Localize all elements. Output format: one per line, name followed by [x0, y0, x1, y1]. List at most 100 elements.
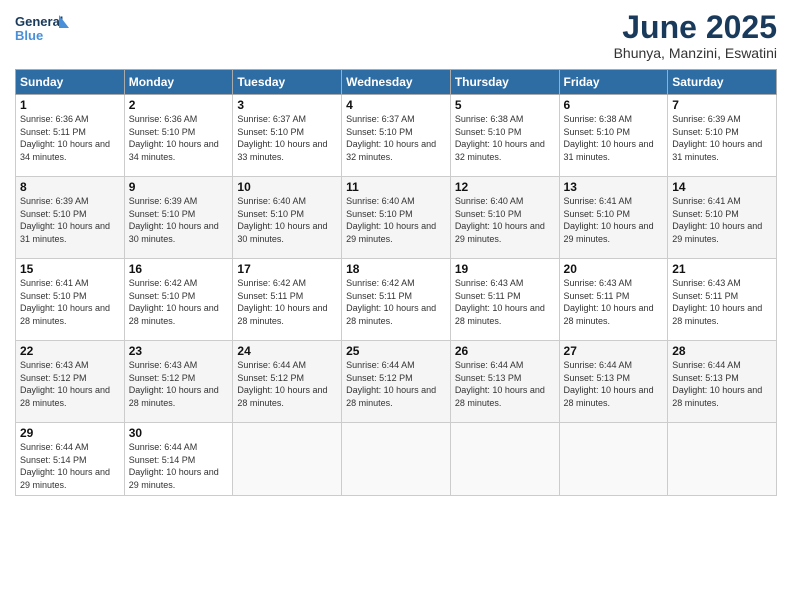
day-number: 23 [129, 344, 229, 358]
day-number: 11 [346, 180, 446, 194]
day-number: 21 [672, 262, 772, 276]
svg-text:Blue: Blue [15, 28, 43, 43]
table-row [559, 423, 668, 495]
day-info: Sunrise: 6:44 AMSunset: 5:13 PMDaylight:… [672, 359, 772, 409]
month-title: June 2025 [614, 10, 777, 45]
day-number: 2 [129, 98, 229, 112]
table-row: 25Sunrise: 6:44 AMSunset: 5:12 PMDayligh… [342, 341, 451, 423]
day-number: 26 [455, 344, 555, 358]
day-info: Sunrise: 6:41 AMSunset: 5:10 PMDaylight:… [672, 195, 772, 245]
day-info: Sunrise: 6:42 AMSunset: 5:11 PMDaylight:… [237, 277, 337, 327]
day-info: Sunrise: 6:43 AMSunset: 5:12 PMDaylight:… [129, 359, 229, 409]
day-info: Sunrise: 6:40 AMSunset: 5:10 PMDaylight:… [455, 195, 555, 245]
table-row: 19Sunrise: 6:43 AMSunset: 5:11 PMDayligh… [450, 259, 559, 341]
day-info: Sunrise: 6:44 AMSunset: 5:13 PMDaylight:… [455, 359, 555, 409]
table-row: 7Sunrise: 6:39 AMSunset: 5:10 PMDaylight… [668, 95, 777, 177]
col-thursday: Thursday [450, 70, 559, 95]
table-row [342, 423, 451, 495]
day-info: Sunrise: 6:37 AMSunset: 5:10 PMDaylight:… [346, 113, 446, 163]
table-row: 3Sunrise: 6:37 AMSunset: 5:10 PMDaylight… [233, 95, 342, 177]
day-number: 29 [20, 426, 120, 440]
day-info: Sunrise: 6:39 AMSunset: 5:10 PMDaylight:… [672, 113, 772, 163]
day-info: Sunrise: 6:41 AMSunset: 5:10 PMDaylight:… [564, 195, 664, 245]
table-row: 10Sunrise: 6:40 AMSunset: 5:10 PMDayligh… [233, 177, 342, 259]
table-row: 22Sunrise: 6:43 AMSunset: 5:12 PMDayligh… [16, 341, 125, 423]
logo-svg: General Blue [15, 10, 70, 52]
day-number: 8 [20, 180, 120, 194]
logo: General Blue [15, 10, 70, 52]
day-number: 19 [455, 262, 555, 276]
day-info: Sunrise: 6:44 AMSunset: 5:14 PMDaylight:… [129, 441, 229, 491]
day-info: Sunrise: 6:41 AMSunset: 5:10 PMDaylight:… [20, 277, 120, 327]
day-info: Sunrise: 6:36 AMSunset: 5:10 PMDaylight:… [129, 113, 229, 163]
location: Bhunya, Manzini, Eswatini [614, 45, 777, 61]
col-tuesday: Tuesday [233, 70, 342, 95]
col-monday: Monday [124, 70, 233, 95]
table-row: 18Sunrise: 6:42 AMSunset: 5:11 PMDayligh… [342, 259, 451, 341]
table-row: 21Sunrise: 6:43 AMSunset: 5:11 PMDayligh… [668, 259, 777, 341]
table-row: 23Sunrise: 6:43 AMSunset: 5:12 PMDayligh… [124, 341, 233, 423]
day-number: 4 [346, 98, 446, 112]
col-friday: Friday [559, 70, 668, 95]
day-info: Sunrise: 6:44 AMSunset: 5:14 PMDaylight:… [20, 441, 120, 491]
day-info: Sunrise: 6:40 AMSunset: 5:10 PMDaylight:… [346, 195, 446, 245]
day-number: 25 [346, 344, 446, 358]
day-number: 7 [672, 98, 772, 112]
day-info: Sunrise: 6:37 AMSunset: 5:10 PMDaylight:… [237, 113, 337, 163]
day-number: 3 [237, 98, 337, 112]
table-row: 4Sunrise: 6:37 AMSunset: 5:10 PMDaylight… [342, 95, 451, 177]
calendar-header-row: Sunday Monday Tuesday Wednesday Thursday… [16, 70, 777, 95]
day-info: Sunrise: 6:44 AMSunset: 5:12 PMDaylight:… [346, 359, 446, 409]
table-row: 20Sunrise: 6:43 AMSunset: 5:11 PMDayligh… [559, 259, 668, 341]
day-number: 12 [455, 180, 555, 194]
table-row: 1Sunrise: 6:36 AMSunset: 5:11 PMDaylight… [16, 95, 125, 177]
day-number: 10 [237, 180, 337, 194]
day-info: Sunrise: 6:43 AMSunset: 5:12 PMDaylight:… [20, 359, 120, 409]
day-number: 1 [20, 98, 120, 112]
day-number: 28 [672, 344, 772, 358]
svg-text:General: General [15, 14, 63, 29]
table-row: 13Sunrise: 6:41 AMSunset: 5:10 PMDayligh… [559, 177, 668, 259]
day-info: Sunrise: 6:42 AMSunset: 5:10 PMDaylight:… [129, 277, 229, 327]
day-number: 16 [129, 262, 229, 276]
day-number: 5 [455, 98, 555, 112]
day-info: Sunrise: 6:44 AMSunset: 5:12 PMDaylight:… [237, 359, 337, 409]
day-info: Sunrise: 6:43 AMSunset: 5:11 PMDaylight:… [564, 277, 664, 327]
day-number: 15 [20, 262, 120, 276]
page: General Blue June 2025 Bhunya, Manzini, … [0, 0, 792, 612]
table-row: 27Sunrise: 6:44 AMSunset: 5:13 PMDayligh… [559, 341, 668, 423]
day-number: 6 [564, 98, 664, 112]
day-info: Sunrise: 6:38 AMSunset: 5:10 PMDaylight:… [455, 113, 555, 163]
table-row: 30Sunrise: 6:44 AMSunset: 5:14 PMDayligh… [124, 423, 233, 495]
day-number: 17 [237, 262, 337, 276]
day-info: Sunrise: 6:42 AMSunset: 5:11 PMDaylight:… [346, 277, 446, 327]
day-info: Sunrise: 6:39 AMSunset: 5:10 PMDaylight:… [20, 195, 120, 245]
day-number: 9 [129, 180, 229, 194]
day-info: Sunrise: 6:40 AMSunset: 5:10 PMDaylight:… [237, 195, 337, 245]
table-row: 28Sunrise: 6:44 AMSunset: 5:13 PMDayligh… [668, 341, 777, 423]
calendar-table: Sunday Monday Tuesday Wednesday Thursday… [15, 69, 777, 495]
table-row: 2Sunrise: 6:36 AMSunset: 5:10 PMDaylight… [124, 95, 233, 177]
table-row: 15Sunrise: 6:41 AMSunset: 5:10 PMDayligh… [16, 259, 125, 341]
table-row: 12Sunrise: 6:40 AMSunset: 5:10 PMDayligh… [450, 177, 559, 259]
col-sunday: Sunday [16, 70, 125, 95]
day-info: Sunrise: 6:39 AMSunset: 5:10 PMDaylight:… [129, 195, 229, 245]
day-number: 18 [346, 262, 446, 276]
table-row: 26Sunrise: 6:44 AMSunset: 5:13 PMDayligh… [450, 341, 559, 423]
table-row: 11Sunrise: 6:40 AMSunset: 5:10 PMDayligh… [342, 177, 451, 259]
table-row [668, 423, 777, 495]
table-row: 16Sunrise: 6:42 AMSunset: 5:10 PMDayligh… [124, 259, 233, 341]
table-row: 8Sunrise: 6:39 AMSunset: 5:10 PMDaylight… [16, 177, 125, 259]
day-info: Sunrise: 6:44 AMSunset: 5:13 PMDaylight:… [564, 359, 664, 409]
day-info: Sunrise: 6:43 AMSunset: 5:11 PMDaylight:… [672, 277, 772, 327]
table-row: 14Sunrise: 6:41 AMSunset: 5:10 PMDayligh… [668, 177, 777, 259]
table-row: 6Sunrise: 6:38 AMSunset: 5:10 PMDaylight… [559, 95, 668, 177]
day-info: Sunrise: 6:38 AMSunset: 5:10 PMDaylight:… [564, 113, 664, 163]
table-row [450, 423, 559, 495]
day-number: 24 [237, 344, 337, 358]
col-saturday: Saturday [668, 70, 777, 95]
day-number: 13 [564, 180, 664, 194]
day-number: 22 [20, 344, 120, 358]
table-row: 9Sunrise: 6:39 AMSunset: 5:10 PMDaylight… [124, 177, 233, 259]
day-number: 27 [564, 344, 664, 358]
